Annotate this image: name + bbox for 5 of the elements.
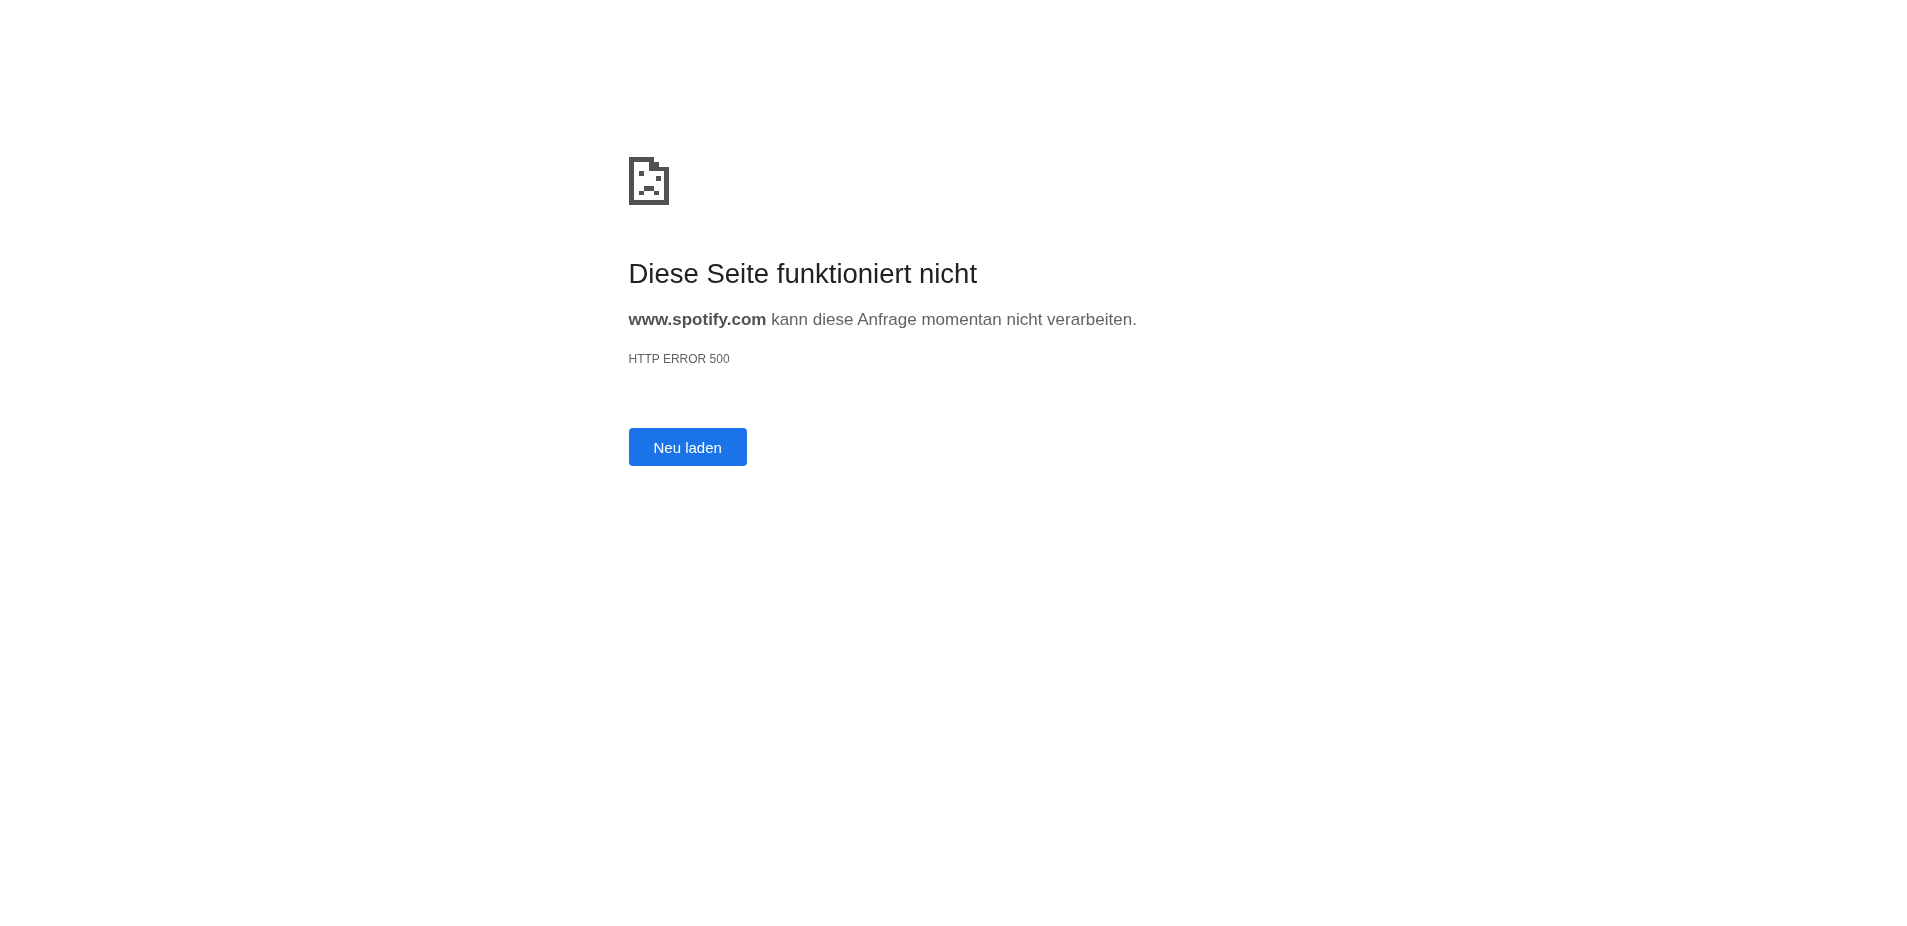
sad-page-icon bbox=[628, 157, 669, 205]
reload-button[interactable]: Neu laden bbox=[628, 428, 747, 466]
error-code: HTTP ERROR 500 bbox=[628, 351, 731, 367]
error-message: www.spotify.com kann diese Anfrage momentan nicht verarbeiten. bbox=[628, 309, 1138, 331]
error-heading: Diese Seite funktioniert nicht bbox=[628, 257, 979, 291]
